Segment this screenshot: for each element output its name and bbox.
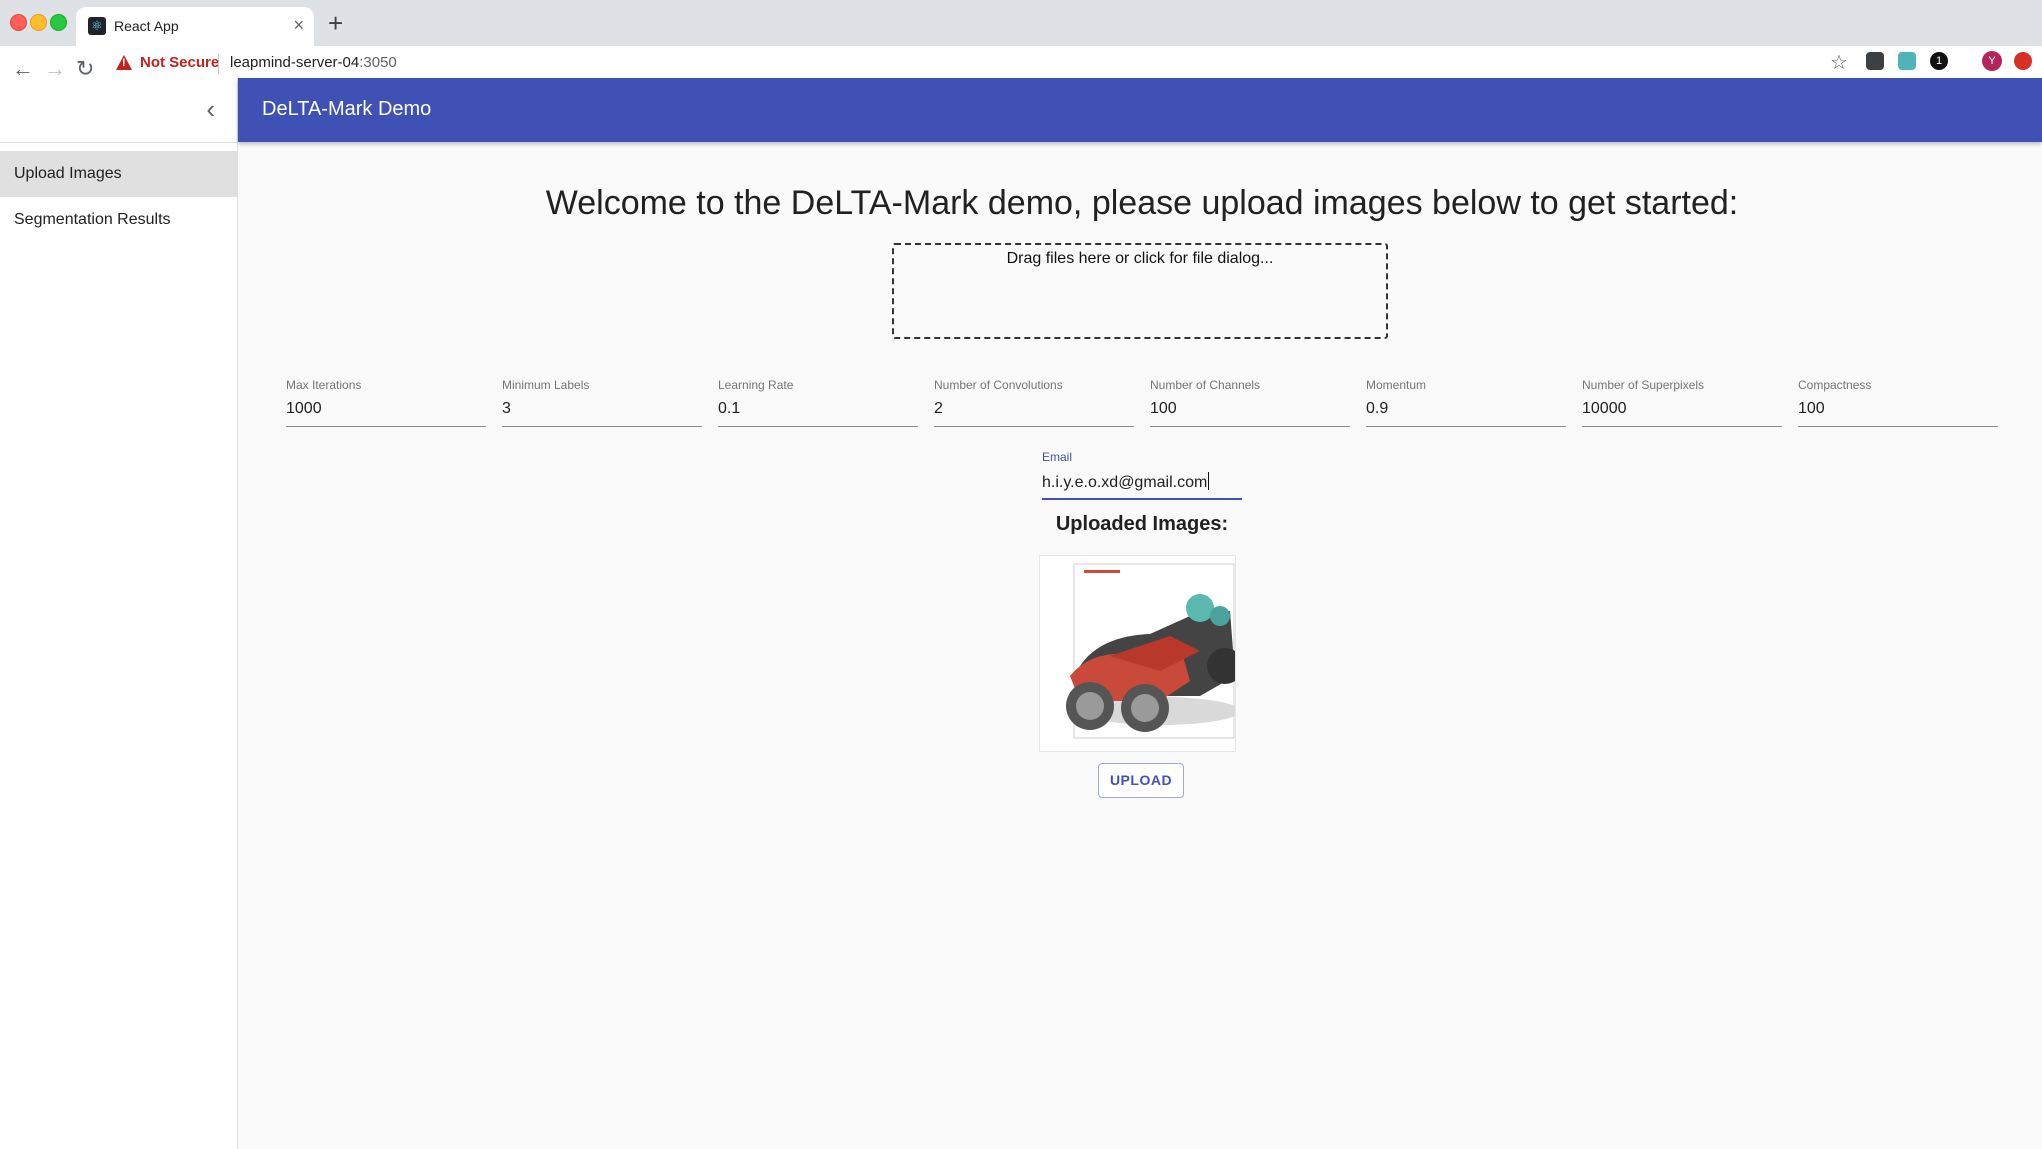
learning-rate-field[interactable]: Learning Rate 0.1 xyxy=(718,378,918,427)
react-favicon-icon: ⚛ xyxy=(88,17,106,35)
sidebar-item-segmentation-results[interactable]: Segmentation Results xyxy=(0,197,237,243)
close-window-button[interactable] xyxy=(10,14,27,31)
sidebar-header: ‹ xyxy=(0,78,237,143)
field-label: Number of Channels xyxy=(1150,378,1261,392)
extension-badge-icon[interactable]: 1 xyxy=(1930,52,1948,70)
sidebar-item-upload-images[interactable]: Upload Images xyxy=(0,151,237,197)
field-label: Learning Rate xyxy=(718,378,794,392)
field-label: Number of Convolutions xyxy=(934,378,1063,392)
minimum-labels-field[interactable]: Minimum Labels 3 xyxy=(502,378,702,427)
number-of-superpixels-field[interactable]: Number of Superpixels 10000 xyxy=(1582,378,1782,427)
extension-icon[interactable] xyxy=(1898,52,1916,70)
security-label[interactable]: Not Secure xyxy=(140,54,219,71)
compactness-field[interactable]: Compactness 100 xyxy=(1798,378,1998,427)
email-value: h.i.y.e.o.xd@gmail.com xyxy=(1042,474,1208,491)
field-value[interactable]: 0.9 xyxy=(1366,400,1388,418)
uploaded-images-heading: Uploaded Images: xyxy=(1055,513,1229,535)
field-value[interactable]: 1000 xyxy=(286,400,322,418)
address-bar[interactable]: ! Not Secure leapmind-server-04:3050 xyxy=(110,48,1870,82)
main-content: Welcome to the DeLTA-Mark demo, please u… xyxy=(238,142,2042,1149)
number-of-channels-field[interactable]: Number of Channels 100 xyxy=(1150,378,1350,427)
minimize-window-button[interactable] xyxy=(30,14,47,31)
page-title: Welcome to the DeLTA-Mark demo, please u… xyxy=(545,184,1739,222)
email-input[interactable]: h.i.y.e.o.xd@gmail.com xyxy=(1042,472,1210,492)
sidebar: ‹ Upload Images Segmentation Results xyxy=(0,78,238,1149)
extension-red-icon[interactable] xyxy=(2014,52,2032,70)
momentum-field[interactable]: Momentum 0.9 xyxy=(1366,378,1566,427)
email-label: Email xyxy=(1042,450,1073,464)
star-icon[interactable]: ☆ xyxy=(1830,50,1848,75)
url-host: leapmind-server-04 xyxy=(230,54,360,71)
tab-title: React App xyxy=(114,18,179,34)
field-value[interactable]: 2 xyxy=(934,400,943,418)
pocket-extension-icon[interactable] xyxy=(1866,52,1884,70)
file-dropzone[interactable]: Drag files here or click for file dialog… xyxy=(892,243,1388,339)
uploaded-image xyxy=(1040,556,1235,751)
divider xyxy=(218,54,219,74)
url-port: :3050 xyxy=(359,54,397,71)
dropzone-text: Drag files here or click for file dialog… xyxy=(1006,250,1274,267)
field-value[interactable]: 100 xyxy=(1150,400,1177,418)
field-value[interactable]: 100 xyxy=(1798,400,1825,418)
field-label: Momentum xyxy=(1366,378,1427,392)
chevron-left-icon[interactable]: ‹ xyxy=(206,94,215,125)
profile-avatar[interactable]: Y xyxy=(1982,51,2002,71)
app-title: DeLTA-Mark Demo xyxy=(262,98,432,120)
app-bar: DeLTA-Mark Demo xyxy=(238,78,2042,142)
upload-button[interactable]: UPLOAD xyxy=(1098,763,1184,798)
new-tab-button[interactable]: + xyxy=(328,8,343,38)
field-label: Max Iterations xyxy=(286,378,362,392)
uploaded-image-thumbnail[interactable] xyxy=(1039,555,1236,752)
field-label: Compactness xyxy=(1798,378,1872,392)
field-value[interactable]: 0.1 xyxy=(718,400,740,418)
email-field[interactable]: Email h.i.y.e.o.xd@gmail.com xyxy=(1042,450,1242,500)
url-text[interactable]: leapmind-server-04:3050 xyxy=(230,54,397,71)
tab-close-icon[interactable]: × xyxy=(293,15,304,36)
field-label: Minimum Labels xyxy=(502,378,590,392)
max-iterations-field[interactable]: Max Iterations 1000 xyxy=(286,378,486,427)
text-caret xyxy=(1208,472,1210,490)
field-value[interactable]: 10000 xyxy=(1582,400,1627,418)
maximize-window-button[interactable] xyxy=(50,14,67,31)
field-value[interactable]: 3 xyxy=(502,400,511,418)
browser-tab-active[interactable]: ⚛ React App × xyxy=(76,7,314,46)
number-of-convolutions-field[interactable]: Number of Convolutions 2 xyxy=(934,378,1134,427)
browser-tabstrip: ⚛ React App × + xyxy=(0,0,2042,46)
field-label: Number of Superpixels xyxy=(1582,378,1705,392)
